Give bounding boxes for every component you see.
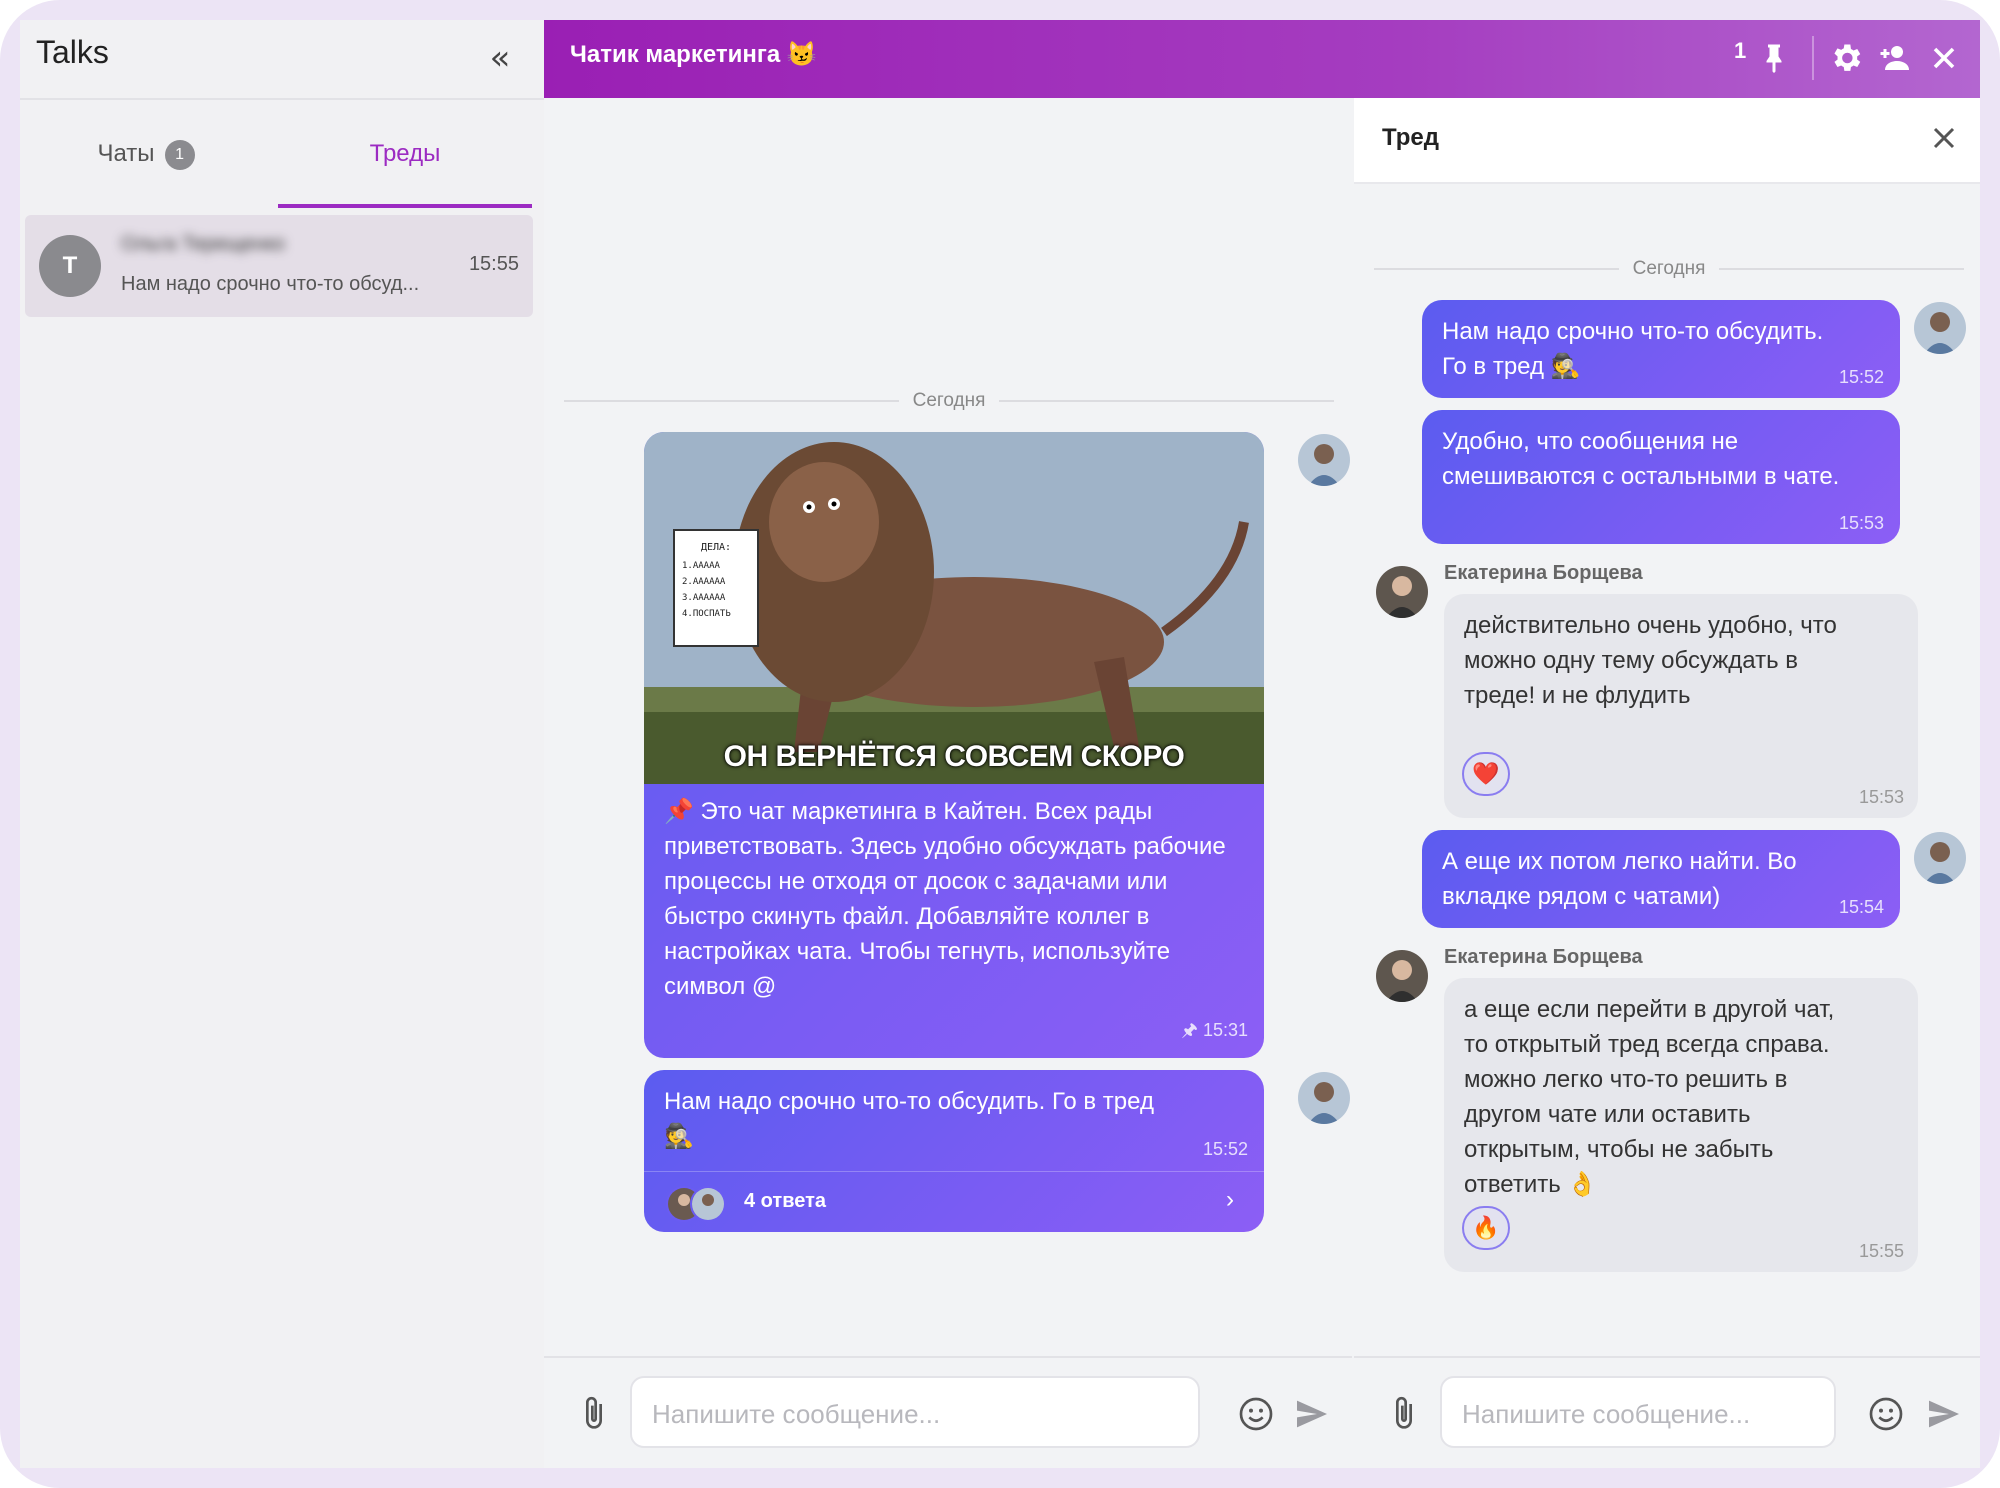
sidebar-tabs: Чаты 1 Треды [20, 100, 544, 208]
reply-count: 4 ответа [744, 1190, 827, 1212]
avatar[interactable] [1298, 434, 1350, 486]
chevron-right-icon: › [1226, 1186, 1234, 1213]
collapse-icon[interactable]: « [480, 38, 520, 78]
svg-text:ДЕЛА:: ДЕЛА: [701, 542, 731, 553]
day-divider: Сегодня [1374, 258, 1965, 280]
talks-app: Talks « Чаты 1 Треды Т Ольга Терещенко На… [20, 20, 1980, 1468]
thread-preview: Нам надо срочно что-то обсуд... [121, 273, 420, 295]
message-bubble[interactable]: А еще их потом легко найти. Во вкладке р… [1422, 830, 1900, 928]
app-title: Talks [36, 34, 109, 70]
window-frame: Talks « Чаты 1 Треды Т Ольга Терещенко На… [0, 0, 2000, 1488]
thread-replies-link[interactable]: 4 ответа › [644, 1171, 1264, 1232]
tab-threads-label: Треды [369, 140, 441, 167]
avatar: Т [39, 235, 101, 297]
meme-picture: ДЕЛА: 1.ААААА 2.АААААА 3.АААААА 4.ПОСПАТ… [644, 432, 1264, 784]
avatar[interactable] [1914, 832, 1966, 884]
thread-message-input[interactable]: Напишите сообщение... [1440, 1376, 1836, 1448]
sidebar: Talks « Чаты 1 Треды Т Ольга Терещенко На… [20, 20, 546, 1468]
emoji-icon[interactable] [1236, 1394, 1276, 1434]
reaction-heart[interactable]: ❤️ [1462, 752, 1510, 796]
emoji-icon[interactable] [1866, 1394, 1906, 1434]
reply-avatar [690, 1186, 726, 1222]
reaction-fire[interactable]: 🔥 [1462, 1206, 1510, 1250]
day-divider: Сегодня [564, 390, 1335, 412]
attach-icon[interactable] [1384, 1394, 1424, 1434]
sender-name: Екатерина Борщева [1444, 946, 1643, 968]
message-bubble[interactable]: Нам надо срочно что-то обсудить. Го в тр… [644, 1070, 1264, 1232]
message-text: Удобно, что сообщения не смешиваются с о… [1442, 428, 1840, 490]
message-text: 📌 Это чат маркетинга в Кайтен. Всех рады… [664, 798, 1226, 1000]
thread-time: 15:55 [468, 253, 519, 275]
sidebar-header: Talks « [20, 20, 544, 100]
meme-image[interactable]: ДЕЛА: 1.ААААА 2.АААААА 3.АААААА 4.ПОСПАТ… [644, 432, 1264, 784]
avatar[interactable] [1376, 950, 1428, 1002]
message-bubble-pinned[interactable]: ДЕЛА: 1.ААААА 2.АААААА 3.АААААА 4.ПОСПАТ… [644, 432, 1264, 1058]
thread-header: Тред [1354, 98, 1980, 184]
tab-chats[interactable]: Чаты 1 [20, 140, 272, 208]
message-time: 15:52 [1202, 1139, 1248, 1159]
chat-title[interactable]: Чатик маркетинга 😼 [570, 40, 817, 69]
pin-icon[interactable] [1756, 40, 1792, 76]
pinned-count: 1 [1734, 38, 1747, 63]
message-text: а еще если перейти в другой чат, то откр… [1464, 996, 1835, 1198]
message-time: 15:53 [1838, 513, 1884, 533]
svg-text:3.АААААА: 3.АААААА [682, 593, 726, 603]
send-icon[interactable] [1924, 1394, 1964, 1434]
message-text: А еще их потом легко найти. Во вкладке р… [1442, 848, 1797, 910]
add-user-icon[interactable] [1876, 40, 1912, 76]
svg-text:4.ПОСПАТЬ: 4.ПОСПАТЬ [682, 609, 731, 619]
message-time: 15:54 [1838, 897, 1884, 917]
main-chat[interactable]: Сегодня ДЕЛА: 1.ААААА 2.АААААА 3.АААААА … [544, 98, 1356, 1468]
attach-icon[interactable] [574, 1394, 614, 1434]
message-bubble[interactable]: Удобно, что сообщения не смешиваются с о… [1422, 410, 1900, 544]
thread-title: Тред [1382, 124, 1439, 151]
day-label: Сегодня [912, 390, 986, 411]
svg-text:2.АААААА: 2.АААААА [682, 577, 726, 587]
sender-name: Екатерина Борщева [1444, 562, 1643, 584]
message-bubble[interactable]: а еще если перейти в другой чат, то откр… [1444, 978, 1918, 1272]
chat-header: Чатик маркетинга 😼 1 [544, 20, 1980, 98]
unread-badge: 1 [164, 140, 195, 170]
close-icon[interactable] [1926, 120, 1962, 156]
svg-text:1.ААААА: 1.ААААА [682, 561, 721, 571]
message-time: 15:52 [1838, 367, 1884, 387]
message-text: Нам надо срочно что-то обсудить. Го в тр… [1442, 318, 1824, 380]
message-time: 15:55 [1858, 1241, 1904, 1261]
avatar[interactable] [1298, 1072, 1350, 1124]
thread-author-name: Ольга Терещенко [121, 233, 285, 255]
message-text: Нам надо срочно что-то обсудить. Го в тр… [664, 1088, 1154, 1150]
message-text: действительно очень удобно, что можно од… [1464, 612, 1837, 709]
message-composer: Напишите сообщение... [544, 1356, 1352, 1468]
gear-icon[interactable] [1828, 40, 1864, 76]
day-label: Сегодня [1632, 258, 1706, 279]
avatar[interactable] [1376, 566, 1428, 618]
tab-threads[interactable]: Треды [278, 140, 532, 208]
thread-composer: Напишите сообщение... [1354, 1356, 1980, 1468]
message-time: 🖈 15:31 [1181, 1020, 1248, 1040]
thread-list-item[interactable]: Т Ольга Терещенко Нам надо срочно что-то… [25, 215, 533, 317]
avatar[interactable] [1914, 302, 1966, 354]
close-icon[interactable] [1926, 40, 1962, 76]
thread-panel[interactable]: Тред Сегодня Нам надо срочно что-то обсу… [1354, 98, 1980, 1468]
message-bubble[interactable]: Нам надо срочно что-то обсудить. Го в тр… [1422, 300, 1900, 398]
meme-caption: ОН ВЕРНЁТСЯ СОВСЕМ СКОРО [723, 740, 1185, 773]
message-bubble[interactable]: действительно очень удобно, что можно од… [1444, 594, 1918, 818]
message-input[interactable]: Напишите сообщение... [630, 1376, 1200, 1448]
send-icon[interactable] [1292, 1394, 1332, 1434]
header-divider [1812, 36, 1814, 80]
message-time: 15:53 [1858, 787, 1904, 807]
tab-chats-label: Чаты [97, 140, 155, 167]
